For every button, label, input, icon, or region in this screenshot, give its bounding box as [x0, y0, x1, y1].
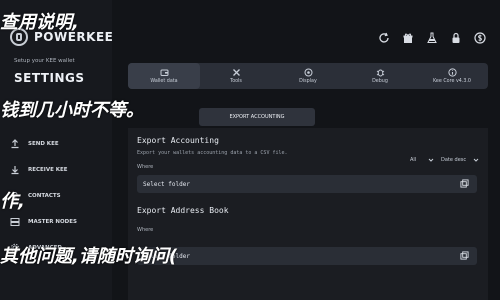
tab-label: Tools — [230, 79, 242, 84]
wallet-setup-text: Setup your KEE wallet — [14, 58, 75, 64]
tab-label: Kee Core v4.3.0 — [432, 79, 471, 84]
tools-icon — [232, 69, 240, 76]
gift-icon[interactable] — [400, 30, 416, 46]
wallet-icon — [160, 69, 168, 76]
lock-icon[interactable] — [448, 30, 464, 46]
chevron-down-icon — [473, 158, 479, 162]
sidebar-item-label: RECEIVE KEE — [28, 167, 68, 173]
settings-panel: Export Accounting Export your wallets ac… — [128, 128, 488, 300]
sort-value: Date desc — [441, 157, 467, 163]
tab-display[interactable]: Display — [272, 63, 344, 89]
upload-icon — [10, 139, 20, 149]
tab-debug[interactable]: Debug — [344, 63, 416, 89]
debug-icon — [376, 69, 384, 77]
copy-icon — [460, 179, 469, 188]
sidebar-item-send[interactable]: SEND KEE — [10, 131, 77, 157]
filter-all-select[interactable]: All — [410, 155, 434, 165]
page-title: SETTINGS — [14, 71, 85, 85]
download-icon — [10, 165, 20, 175]
overlay-text-4: 其他问题,请随时询问( — [0, 246, 178, 267]
overlay-text-3: 作, — [0, 191, 25, 212]
tab-label: Wallet data — [150, 79, 178, 84]
export-accounting-description: Export your wallets accounting data to a… — [137, 150, 288, 156]
where-label: Where — [137, 164, 154, 170]
where-label: Where — [137, 227, 154, 233]
export-address-book-title: Export Address Book — [137, 206, 229, 215]
sidebar-item-label: MASTER NODES — [28, 219, 77, 225]
address-book-folder-select[interactable]: Select folder — [137, 247, 477, 265]
tab-label: Display — [299, 79, 317, 84]
tab-export-accounting[interactable]: EXPORT ACCOUNTING — [199, 108, 315, 126]
export-accounting-title: Export Accounting — [137, 136, 219, 145]
chevron-down-icon — [428, 158, 434, 162]
tab-wallet-data[interactable]: Wallet data — [128, 63, 200, 89]
sort-select[interactable]: Date desc — [441, 155, 479, 165]
tab-tools[interactable]: Tools — [200, 63, 272, 89]
filter-all-value: All — [410, 157, 417, 163]
flask-icon[interactable] — [424, 30, 440, 46]
copy-icon — [460, 251, 469, 260]
sidebar-item-receive[interactable]: RECEIVE KEE — [10, 157, 77, 183]
sync-icon[interactable] — [376, 30, 392, 46]
nodes-icon — [10, 217, 20, 227]
settings-tabs: Wallet data Tools Display Debug Kee Core… — [128, 63, 488, 89]
sidebar-item-label: CONTACTS — [28, 193, 61, 199]
accounting-folder-select[interactable]: Select folder — [137, 175, 477, 193]
select-folder-text: Select folder — [143, 180, 190, 188]
tab-label: Debug — [372, 79, 388, 84]
dollar-icon[interactable] — [472, 30, 488, 46]
toolbar — [376, 30, 488, 46]
overlay-text-2: 钱到几小时不等。 — [0, 100, 144, 121]
display-icon — [304, 68, 312, 77]
info-icon — [447, 68, 457, 77]
overlay-text-1: 查用说明, — [0, 12, 79, 33]
sidebar-item-label: SEND KEE — [28, 141, 59, 147]
tab-about[interactable]: Kee Core v4.3.0 — [416, 63, 488, 89]
